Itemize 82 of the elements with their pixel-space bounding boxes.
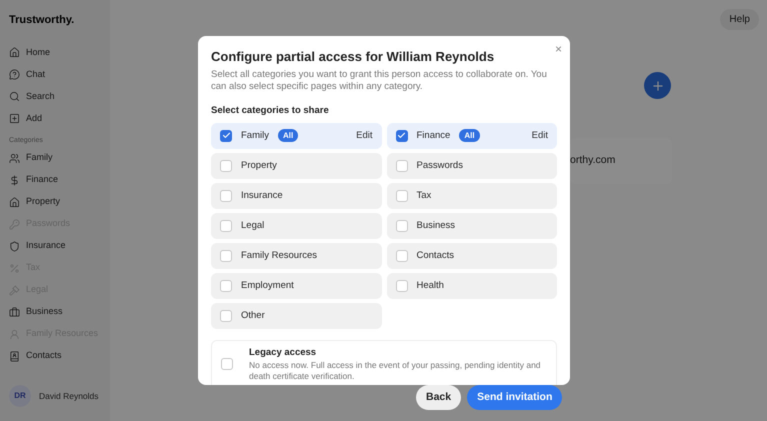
category-option[interactable]: Family Resources bbox=[211, 242, 382, 269]
option-label: Family bbox=[241, 128, 269, 143]
search-icon bbox=[9, 91, 20, 102]
option-label: Other bbox=[241, 308, 265, 323]
house-icon bbox=[9, 196, 20, 208]
user-avatar[interactable]: DR bbox=[9, 385, 31, 407]
sidebar-item[interactable]: Search bbox=[0, 86, 110, 108]
section-label: Select categories to share bbox=[211, 104, 330, 118]
all-badge: All bbox=[278, 129, 298, 142]
checkbox[interactable] bbox=[221, 358, 233, 370]
help-button[interactable]: Help bbox=[720, 9, 759, 30]
checkbox[interactable] bbox=[220, 250, 232, 262]
sidebar-item[interactable]: Chat bbox=[0, 64, 110, 86]
contact-book-icon bbox=[9, 350, 20, 362]
checkbox[interactable] bbox=[396, 130, 408, 142]
sidebar-item[interactable]: Insurance bbox=[0, 235, 110, 257]
legacy-title: Legacy access bbox=[249, 346, 318, 360]
checkbox[interactable] bbox=[396, 280, 408, 292]
category-option[interactable]: Contacts bbox=[386, 242, 557, 269]
gavel-icon bbox=[9, 284, 20, 296]
option-label: Family Resources bbox=[241, 248, 318, 263]
plus-icon bbox=[650, 78, 664, 92]
category-option[interactable]: Business bbox=[386, 212, 557, 239]
option-label: Passwords bbox=[416, 158, 463, 173]
category-option[interactable]: Employment bbox=[211, 272, 382, 299]
dollar-icon bbox=[9, 174, 20, 186]
checkbox[interactable] bbox=[220, 220, 232, 232]
category-option[interactable]: Passwords bbox=[386, 152, 557, 179]
checkbox[interactable] bbox=[396, 190, 408, 202]
close-button[interactable]: × bbox=[554, 40, 562, 58]
sidebar-item[interactable]: Add bbox=[0, 108, 110, 130]
category-option[interactable]: Property bbox=[211, 152, 382, 179]
checkbox[interactable] bbox=[220, 160, 232, 172]
sidebar-item[interactable]: Home bbox=[0, 42, 110, 64]
edit-link[interactable]: Edit bbox=[532, 128, 548, 143]
briefcase-icon bbox=[9, 306, 20, 318]
category-option[interactable]: Tax bbox=[386, 182, 557, 209]
checkbox[interactable] bbox=[220, 280, 232, 292]
send-button[interactable]: Send invitation bbox=[467, 385, 562, 410]
sidebar-item[interactable]: Finance bbox=[0, 169, 110, 191]
checkbox[interactable] bbox=[396, 250, 408, 262]
add-button[interactable] bbox=[644, 72, 671, 99]
legacy-description: No access now. Full access in the event of your passing, pending identity and death certificate verification. bbox=[249, 360, 542, 382]
category-option[interactable]: Family All Edit bbox=[211, 122, 382, 149]
user-name: David Reynolds bbox=[39, 390, 99, 402]
dialog-description: Select all categories you want to grant this person access to collaborate on. You can also select specific pages within any category. bbox=[211, 68, 548, 94]
option-label: Insurance bbox=[241, 188, 283, 203]
checkbox[interactable] bbox=[220, 310, 232, 322]
checkbox[interactable] bbox=[220, 190, 232, 202]
option-label: Employment bbox=[241, 278, 294, 293]
brand-logo: Trustworthy. bbox=[8, 13, 76, 28]
category-option[interactable]: Other bbox=[211, 302, 382, 329]
checkbox[interactable] bbox=[220, 130, 232, 142]
percent-icon bbox=[9, 262, 20, 274]
option-label: Business bbox=[416, 218, 456, 233]
option-label: Health bbox=[416, 278, 444, 293]
chat-icon bbox=[9, 69, 20, 80]
plus-square-icon bbox=[9, 113, 20, 124]
sidebar-item[interactable]: Contacts bbox=[0, 345, 110, 367]
option-label: Contacts bbox=[416, 248, 454, 263]
shield-icon bbox=[9, 240, 20, 252]
option-label: Tax bbox=[416, 188, 432, 203]
sidebar-item[interactable]: Property bbox=[0, 191, 110, 213]
key-icon bbox=[9, 218, 20, 230]
people-icon bbox=[9, 152, 20, 164]
dialog-title: Configure partial access for William Reynolds bbox=[211, 48, 496, 66]
person-icon bbox=[9, 328, 20, 340]
sidebar-item[interactable]: Business bbox=[0, 301, 110, 323]
back-button[interactable]: Back bbox=[416, 385, 462, 410]
checkbox[interactable] bbox=[396, 220, 408, 232]
category-option[interactable]: Legal bbox=[211, 212, 382, 239]
home-icon bbox=[9, 47, 20, 58]
option-label: Legal bbox=[241, 218, 264, 233]
category-option[interactable]: Health bbox=[386, 272, 557, 299]
option-label: Finance bbox=[416, 128, 450, 143]
category-option[interactable]: Finance All Edit bbox=[386, 122, 557, 149]
sidebar-item[interactable]: Family bbox=[0, 147, 110, 169]
all-badge: All bbox=[459, 129, 480, 142]
option-label: Property bbox=[241, 158, 277, 173]
category-option[interactable]: Insurance bbox=[211, 182, 382, 209]
edit-link[interactable]: Edit bbox=[356, 128, 372, 143]
checkbox[interactable] bbox=[396, 160, 408, 172]
